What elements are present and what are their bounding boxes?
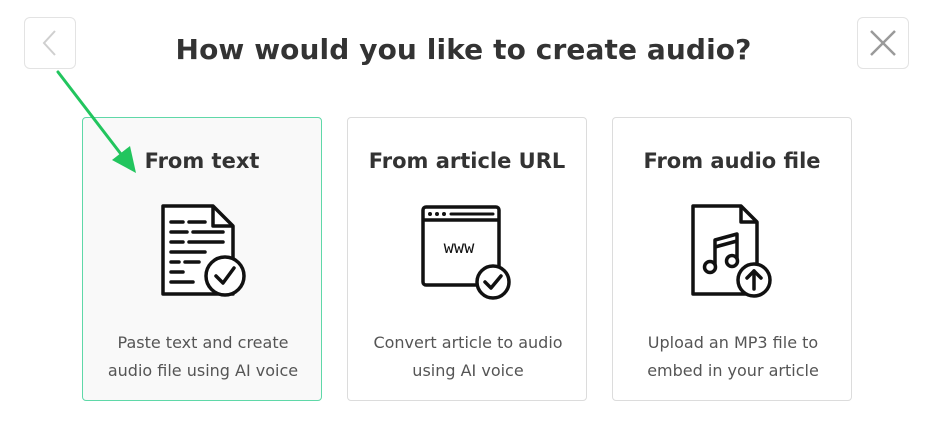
music-file-upload-icon [691,204,772,298]
close-button[interactable] [857,17,909,69]
page-title: How would you like to create audio? [175,33,752,66]
option-description: Upload an MP3 file to embed in your arti… [647,333,819,380]
browser-www-check-icon: www [421,205,511,300]
option-description: Paste text and create audio file using A… [107,333,299,380]
text-document-check-icon [161,204,246,297]
create-audio-dialog: How would you like to create audio? From… [0,0,927,425]
option-description: Convert article to audio using AI voice [373,333,563,380]
option-title: From text [144,149,260,173]
option-card-from-text[interactable]: From text Paste text and create audio fi… [82,117,322,401]
option-title: From article URL [368,149,566,173]
option-card-from-audio-file[interactable]: From audio file Upload an MP3 file to em… [612,117,852,401]
option-title: From audio file [643,149,821,173]
option-card-from-article-url[interactable]: From article URL www Convert article to … [347,117,587,401]
close-icon [870,30,896,56]
svg-text:www: www [444,238,475,258]
